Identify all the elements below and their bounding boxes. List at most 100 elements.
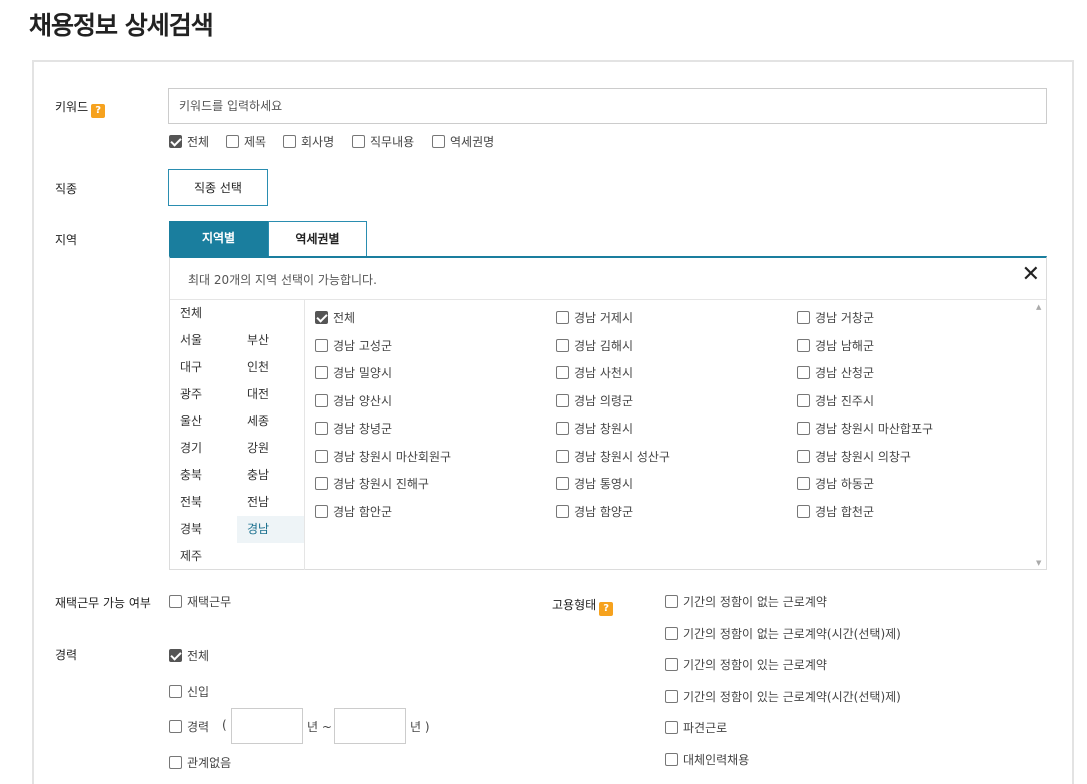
sigungu-checkbox[interactable]: 경남 창원시 마산합포구 [797, 420, 933, 437]
help-icon[interactable]: ? [599, 602, 614, 616]
checkbox-icon [315, 504, 328, 518]
sido-item[interactable]: 경기 [170, 435, 237, 462]
checkbox-icon [556, 311, 569, 324]
sigungu-checkbox[interactable]: 경남 진주시 [797, 392, 874, 409]
checkbox-icon [169, 756, 182, 769]
career-all-checkbox[interactable]: 전체 [169, 647, 209, 664]
checkbox-icon [556, 477, 569, 491]
sigungu-checkbox[interactable]: 경남 함양군 [556, 503, 633, 520]
sigungu-checkbox[interactable]: 경남 밀양시 [315, 364, 392, 381]
sigungu-checkbox[interactable]: 경남 창원시 의창구 [797, 448, 911, 465]
checkbox-icon [556, 421, 569, 435]
checkbox-icon [665, 626, 678, 640]
sido-item[interactable]: 부산 [237, 327, 304, 354]
region-label: 지역 [55, 233, 78, 247]
employment-type-checkbox[interactable]: 기간의 정함이 없는 근로계약 [665, 593, 827, 610]
sido-item[interactable]: 전남 [237, 489, 304, 516]
job-type-select-button[interactable]: 직종 선택 [168, 169, 268, 206]
sido-item[interactable]: 제주 [170, 543, 237, 570]
sigungu-checkbox[interactable]: 경남 남해군 [797, 337, 874, 354]
sigungu-checkbox[interactable]: 경남 산청군 [797, 364, 874, 381]
checkbox-icon [797, 338, 810, 352]
close-icon[interactable]: ✕ [1022, 262, 1040, 287]
sigungu-checkbox[interactable]: 경남 창원시 [556, 420, 633, 437]
checkbox-icon [665, 595, 678, 608]
career-years-from-input[interactable] [231, 708, 303, 744]
sigungu-checkbox[interactable]: 경남 거창군 [797, 309, 874, 326]
sido-item[interactable]: 울산 [170, 408, 237, 435]
sigungu-checkbox[interactable]: 전체 [315, 309, 355, 326]
sigungu-checkbox[interactable]: 경남 의령군 [556, 392, 633, 409]
employment-type-checkbox[interactable]: 기간의 정함이 있는 근로계약 [665, 656, 827, 673]
employment-type-checkbox[interactable]: 기간의 정함이 없는 근로계약(시간(선택)제) [665, 625, 901, 642]
sido-item[interactable]: 전체 [170, 300, 237, 327]
sigungu-checkbox[interactable]: 경남 합천군 [797, 503, 874, 520]
scroll-down-icon[interactable]: ▼ [1036, 559, 1041, 567]
employment-label: 고용형태? [552, 596, 614, 616]
sido-item[interactable]: 서울 [170, 327, 237, 354]
sigungu-checkbox[interactable]: 경남 하동군 [797, 475, 874, 492]
sido-item[interactable]: 대구 [170, 354, 237, 381]
sigungu-checkbox[interactable]: 경남 창원시 마산회원구 [315, 448, 451, 465]
career-years-to-input[interactable] [334, 708, 406, 744]
sido-item[interactable]: 전북 [170, 489, 237, 516]
scrollbar[interactable]: ▲ ▼ [1034, 300, 1046, 570]
region-limit-note: 최대 20개의 지역 선택이 가능합니다. [188, 273, 377, 287]
employment-type-checkbox[interactable]: 대체인력채용 [665, 751, 749, 768]
checkbox-icon [315, 311, 328, 324]
checkbox-icon [797, 477, 810, 491]
keyword-scope-checkbox[interactable]: 회사명 [283, 133, 334, 150]
sido-item[interactable]: 세종 [237, 408, 304, 435]
sigungu-checkbox[interactable]: 경남 창원시 성산구 [556, 448, 670, 465]
tab-station[interactable]: 역세권별 [268, 221, 367, 257]
sido-item[interactable]: 경남 [237, 516, 304, 543]
scroll-up-icon[interactable]: ▲ [1036, 303, 1041, 311]
checkbox-icon [169, 595, 182, 608]
tab-region[interactable]: 지역별 [169, 221, 268, 257]
checkbox-icon [797, 311, 810, 324]
telework-checkbox[interactable]: 재택근무 [169, 593, 231, 610]
checkbox-icon [797, 421, 810, 435]
keyword-scope-checkbox[interactable]: 전체 [169, 133, 209, 150]
sigungu-checkbox[interactable]: 경남 창원시 진해구 [315, 475, 429, 492]
sido-item[interactable]: 충북 [170, 462, 237, 489]
career-new-checkbox[interactable]: 신입 [169, 683, 209, 700]
employment-type-checkbox[interactable]: 파견근로 [665, 719, 727, 736]
sido-item[interactable]: 강원 [237, 435, 304, 462]
checkbox-icon [169, 720, 182, 733]
sigungu-checkbox[interactable]: 경남 사천시 [556, 364, 633, 381]
career-exp-checkbox[interactable]: 경력 [169, 718, 209, 735]
career-year-to-unit: 년 ) [410, 720, 430, 734]
career-label: 경력 [55, 648, 78, 662]
sigungu-checkbox[interactable]: 경남 김해시 [556, 337, 633, 354]
keyword-input[interactable] [168, 88, 1047, 124]
checkbox-icon [315, 394, 328, 408]
help-icon[interactable]: ? [91, 104, 106, 118]
region-selector: 최대 20개의 지역 선택이 가능합니다. ✕ 전체 서울 부산 대구 인천 광주 대전 울산… [169, 256, 1047, 570]
sigungu-checkbox[interactable]: 경남 고성군 [315, 337, 392, 354]
job-type-label: 직종 [55, 182, 78, 196]
sigungu-checkbox[interactable]: 경남 거제시 [556, 309, 633, 326]
sido-item[interactable]: 광주 [170, 381, 237, 408]
page-title: 채용정보 상세검색 [29, 11, 214, 40]
sigungu-checkbox[interactable]: 경남 통영시 [556, 475, 633, 492]
sigungu-checkbox[interactable]: 경남 창녕군 [315, 420, 392, 437]
keyword-scope-checkbox[interactable]: 역세권명 [432, 133, 494, 150]
career-year-from-unit: 년 ~ [307, 720, 332, 734]
sido-item[interactable]: 인천 [237, 354, 304, 381]
sido-item[interactable]: 충남 [237, 462, 304, 489]
sigungu-checkbox[interactable]: 경남 양산시 [315, 392, 392, 409]
employment-type-checkbox[interactable]: 기간의 정함이 있는 근로계약(시간(선택)제) [665, 688, 901, 705]
checkbox-icon [665, 658, 678, 672]
keyword-scope-checkbox[interactable]: 제목 [226, 133, 266, 150]
checkbox-icon [797, 449, 810, 463]
telework-label: 재택근무 가능 여부 [55, 596, 151, 610]
checkbox-icon [432, 135, 445, 148]
checkbox-icon [556, 394, 569, 408]
keyword-scope-checkbox[interactable]: 직무내용 [352, 133, 414, 150]
checkbox-icon [797, 394, 810, 408]
sigungu-checkbox[interactable]: 경남 함안군 [315, 503, 392, 520]
sido-item[interactable]: 경북 [170, 516, 237, 543]
career-any-checkbox[interactable]: 관계없음 [169, 754, 231, 771]
sido-item[interactable]: 대전 [237, 381, 304, 408]
